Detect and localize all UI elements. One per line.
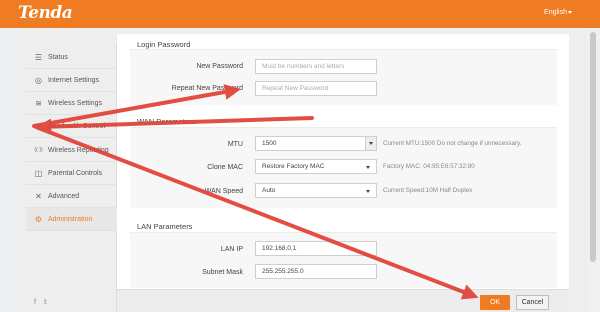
sidebar-item-label: Wireless Settings <box>48 99 103 107</box>
sidebar-item-label: Wireless Repeating <box>48 146 109 154</box>
sidebar-item-label: Internet Settings <box>48 76 99 84</box>
parental-icon: ◫ <box>34 168 43 178</box>
mtu-hint: Current MTU:1500 Do not change if unnece… <box>383 140 522 147</box>
mtu-label: MTU <box>227 141 243 148</box>
sidebar-item-internet-settings[interactable]: ◎ Internet Settings <box>26 69 117 92</box>
sidebar-item-administration[interactable]: ⚙ Administration <box>26 208 117 231</box>
cancel-button[interactable]: Cancel <box>516 295 549 310</box>
sidebar-item-label: Parental Controls <box>48 169 103 177</box>
tenda-logo: Tenda <box>18 3 73 23</box>
globe-icon: ◎ <box>35 75 42 85</box>
social-links[interactable]: f 𝕥 <box>34 298 50 306</box>
scrollbar-thumb[interactable] <box>590 32 596 262</box>
sidebar-item-label: Bandwidth Control <box>48 122 106 130</box>
wan-parameters-panel: MTU 1500 Current MTU:1500 Do not change … <box>130 127 557 208</box>
ok-button[interactable]: OK <box>480 295 510 310</box>
chevron-down-icon <box>366 190 370 193</box>
clone-mac-select[interactable]: Restore Factory MAC <box>255 159 377 174</box>
sidebar: ☰ Status ◎ Internet Settings ≋ Wireless … <box>26 42 117 312</box>
main-content: Login Password New Password Must be numb… <box>117 34 569 312</box>
sidebar-item-label: Administration <box>48 215 93 223</box>
sidebar-item-label: Status <box>48 53 68 61</box>
page-scrollbar[interactable] <box>586 28 600 312</box>
mtu-dropdown-button[interactable] <box>365 137 376 150</box>
sidebar-item-wireless-settings[interactable]: ≋ Wireless Settings <box>26 92 117 115</box>
wan-speed-hint: Current Speed:10M Half Duplex <box>383 187 473 194</box>
section-title-lan-parameters: LAN Parameters <box>137 222 193 231</box>
repeater-icon: ((·)) <box>34 147 43 153</box>
action-bar: OK Cancel <box>117 289 569 312</box>
chevron-down-icon <box>568 10 572 14</box>
lan-ip-label: LAN IP <box>220 246 243 253</box>
wan-speed-select[interactable]: Auto <box>255 183 377 198</box>
chevron-down-icon <box>366 166 370 169</box>
wan-speed-label: WAN Speed <box>204 188 243 195</box>
clone-mac-label: Clone MAC <box>207 164 243 171</box>
sidebar-item-advanced[interactable]: ✕ Advanced <box>26 185 117 208</box>
repeat-password-label: Repeat New Password <box>171 85 243 92</box>
language-selector[interactable]: English <box>544 9 572 16</box>
lan-ip-input[interactable]: 192.168.0.1 <box>255 241 377 256</box>
sidebar-item-parental-controls[interactable]: ◫ Parental Controls <box>26 162 117 185</box>
lan-parameters-panel: LAN IP 192.168.0.1 Subnet Mask 255.255.2… <box>130 232 557 288</box>
mtu-combo[interactable]: 1500 <box>255 136 377 151</box>
tools-icon: ✕ <box>35 191 42 201</box>
language-label: English <box>544 9 567 16</box>
gear-icon: ⚙ <box>34 214 43 224</box>
wan-speed-value: Auto <box>262 187 276 194</box>
wifi-icon: ≋ <box>35 98 42 108</box>
new-password-input[interactable]: Must be numbers and letters <box>255 59 377 74</box>
subnet-mask-label: Subnet Mask <box>202 269 243 276</box>
bandwidth-icon: ∿ <box>35 121 42 131</box>
new-password-label: New Password <box>196 63 243 70</box>
sidebar-item-wireless-repeating[interactable]: ((·)) Wireless Repeating <box>26 139 117 162</box>
clone-mac-value: Restore Factory MAC <box>262 163 325 170</box>
sidebar-item-bandwidth-control[interactable]: ∿ Bandwidth Control <box>26 115 117 138</box>
clone-mac-hint: Factory MAC: 04:95:E6:57:32:80 <box>383 163 475 170</box>
section-title-wan-parameters: WAN Parameters <box>137 117 196 126</box>
repeat-password-input[interactable]: Repeat New Password <box>255 81 377 96</box>
sidebar-item-label: Advanced <box>48 192 80 200</box>
top-bar: Tenda English <box>0 0 600 28</box>
mtu-value: 1500 <box>262 140 277 147</box>
status-icon: ☰ <box>34 52 43 62</box>
sidebar-item-status[interactable]: ☰ Status <box>26 46 117 69</box>
subnet-mask-input[interactable]: 255.255.255.0 <box>255 264 377 279</box>
login-password-panel: New Password Must be numbers and letters… <box>130 49 557 105</box>
section-title-login-password: Login Password <box>137 40 191 49</box>
